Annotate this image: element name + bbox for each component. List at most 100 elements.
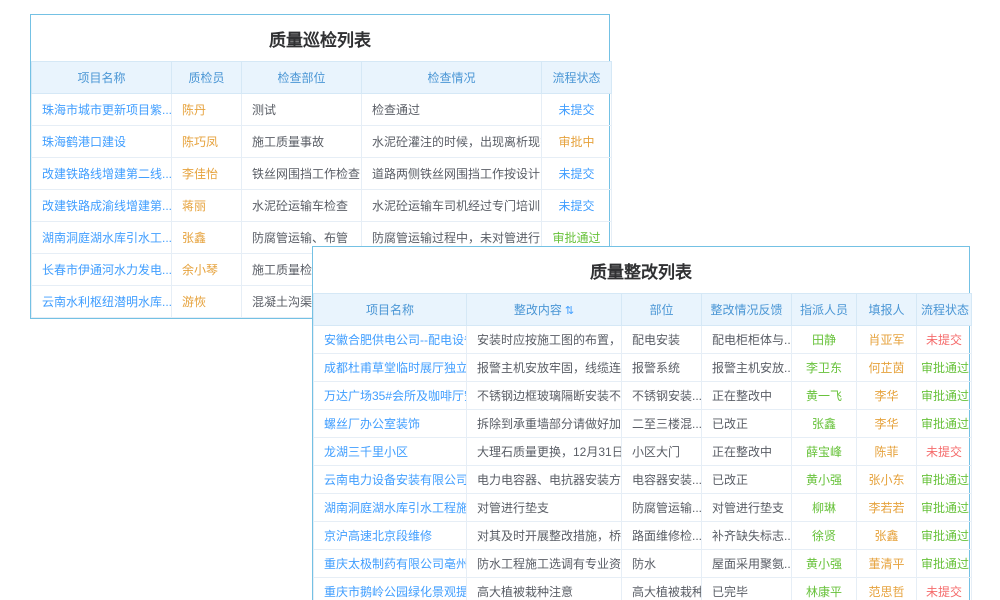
project-name-link[interactable]: 云南电力设备安装有限公司20... [314,466,467,494]
assignee-name-cell: 黄小强 [792,466,857,494]
part-cell: 二至三楼混... [622,410,702,438]
feedback-cell: 已改正 [702,410,792,438]
assignee-name-cell: 薛宝峰 [792,438,857,466]
assignee-name-cell: 田静 [792,326,857,354]
inspection-situation-cell: 水泥砼运输车司机经过专门培训... [362,190,542,222]
feedback-cell: 配电柜柜体与... [702,326,792,354]
workflow-status-badge: 未提交 [917,326,972,354]
assignee-name-cell: 徐贤 [792,522,857,550]
project-name-link[interactable]: 重庆太极制药有限公司亳州中... [314,550,467,578]
reporter-name-cell: 张小东 [857,466,917,494]
project-name-link[interactable]: 成都杜甫草堂临时展厅独立展... [314,354,467,382]
part-cell: 不锈钢安装... [622,382,702,410]
table-row: 万达广场35#会所及咖啡厅空...不锈钢边框玻璃隔断安装不牢...不锈钢安装..… [314,382,972,410]
inspection-part-cell: 测试 [242,94,362,126]
workflow-status-badge: 审批通过 [917,550,972,578]
quality-rectification-panel: 质量整改列表 项目名称 整改内容⇅ 部位 整改情况反馈 指派人员 填报人 流程状… [312,246,970,600]
feedback-cell: 补齐缺失标志... [702,522,792,550]
assignee-name-cell: 张鑫 [792,410,857,438]
column-header-assignee: 指派人员 [792,294,857,326]
rectify-content-cell: 大理石质量更换，12月31日之... [467,438,622,466]
inspector-name-cell: 陈巧凤 [172,126,242,158]
project-name-link[interactable]: 京沪高速北京段维修 [314,522,467,550]
assignee-name-cell: 林康平 [792,578,857,600]
reporter-name-cell: 李华 [857,382,917,410]
feedback-cell: 正在整改中 [702,382,792,410]
project-name-link[interactable]: 重庆市鹅岭公园绿化景观提升... [314,578,467,600]
workflow-status-badge: 未提交 [542,190,612,222]
project-name-link[interactable]: 云南水利枢纽潜明水库... [32,286,172,318]
part-cell: 防腐管运输... [622,494,702,522]
inspection-header-row: 项目名称 质检员 检查部位 检查情况 流程状态 [32,62,612,94]
rectify-content-cell: 不锈钢边框玻璃隔断安装不牢... [467,382,622,410]
inspection-part-cell: 施工质量事故 [242,126,362,158]
rectify-content-cell: 防水工程施工选调有专业资质... [467,550,622,578]
reporter-name-cell: 范思哲 [857,578,917,600]
assignee-name-cell: 黄一飞 [792,382,857,410]
inspection-situation-cell: 检查通过 [362,94,542,126]
rectify-content-cell: 安装时应按施工图的布置，将... [467,326,622,354]
workflow-status-badge: 审批通过 [917,494,972,522]
part-cell: 防水 [622,550,702,578]
inspection-panel-title: 质量巡检列表 [31,15,609,61]
project-name-link[interactable]: 湖南洞庭湖水库引水工... [32,222,172,254]
workflow-status-badge: 审批通过 [917,522,972,550]
inspector-name-cell: 蒋丽 [172,190,242,222]
rectify-content-cell: 电力电容器、电抗器安装方案,... [467,466,622,494]
project-name-link[interactable]: 珠海市城市更新项目紫... [32,94,172,126]
rectify-content-cell: 对管进行垫支 [467,494,622,522]
project-name-link[interactable]: 万达广场35#会所及咖啡厅空... [314,382,467,410]
project-name-link[interactable]: 改建铁路成渝线增建第... [32,190,172,222]
feedback-cell: 报警主机安放... [702,354,792,382]
project-name-link[interactable]: 龙湖三千里小区 [314,438,467,466]
project-name-link[interactable]: 安徽合肥供电公司--配电设备... [314,326,467,354]
feedback-cell: 正在整改中 [702,438,792,466]
table-row: 珠海鹤港口建设陈巧凤施工质量事故水泥砼灌注的时候，出现离析现象审批中 [32,126,612,158]
workflow-status-badge: 审批通过 [917,382,972,410]
rectify-content-cell: 对其及时开展整改措施，桥头... [467,522,622,550]
part-cell: 小区大门 [622,438,702,466]
column-header-project: 项目名称 [32,62,172,94]
workflow-status-badge: 未提交 [542,158,612,190]
table-row: 改建铁路线增建第二线...李佳怡铁丝网围挡工作检查道路两侧铁丝网围挡工作按设计.… [32,158,612,190]
reporter-name-cell: 张鑫 [857,522,917,550]
inspector-name-cell: 游恢 [172,286,242,318]
column-header-status: 流程状态 [917,294,972,326]
reporter-name-cell: 董清平 [857,550,917,578]
table-row: 安徽合肥供电公司--配电设备...安装时应按施工图的布置，将...配电安装配电柜… [314,326,972,354]
part-cell: 配电安装 [622,326,702,354]
column-header-status: 流程状态 [542,62,612,94]
project-name-link[interactable]: 湖南洞庭湖水库引水工程施工... [314,494,467,522]
workflow-status-badge: 审批通过 [917,354,972,382]
part-cell: 路面维修检... [622,522,702,550]
inspection-situation-cell: 道路两侧铁丝网围挡工作按设计... [362,158,542,190]
project-name-link[interactable]: 珠海鹤港口建设 [32,126,172,158]
column-header-content-label: 整改内容 [514,303,562,317]
reporter-name-cell: 何芷茵 [857,354,917,382]
workflow-status-badge: 未提交 [542,94,612,126]
inspection-part-cell: 铁丝网围挡工作检查 [242,158,362,190]
inspector-name-cell: 张鑫 [172,222,242,254]
part-cell: 高大植被栽种 [622,578,702,600]
part-cell: 电容器安装... [622,466,702,494]
project-name-link[interactable]: 螺丝厂办公室装饰 [314,410,467,438]
feedback-cell: 屋面采用聚氨... [702,550,792,578]
reporter-name-cell: 李若若 [857,494,917,522]
rectify-content-cell: 拆除到承重墙部分请做好加固... [467,410,622,438]
project-name-link[interactable]: 长春市伊通河水力发电... [32,254,172,286]
table-row: 龙湖三千里小区大理石质量更换，12月31日之...小区大门正在整改中薛宝峰陈菲未… [314,438,972,466]
reporter-name-cell: 肖亚军 [857,326,917,354]
rectify-content-cell: 高大植被栽种注意 [467,578,622,600]
table-row: 湖南洞庭湖水库引水工程施工...对管进行垫支防腐管运输...对管进行垫支柳琳李若… [314,494,972,522]
feedback-cell: 对管进行垫支 [702,494,792,522]
workflow-status-badge: 审批通过 [917,410,972,438]
table-row: 成都杜甫草堂临时展厅独立展...报警主机安放牢固，线缆连接...报警系统报警主机… [314,354,972,382]
column-header-content-sortable[interactable]: 整改内容⇅ [467,294,622,326]
table-row: 重庆市鹅岭公园绿化景观提升...高大植被栽种注意高大植被栽种已完毕林康平范思哲未… [314,578,972,600]
sort-icon[interactable]: ⇅ [565,305,574,317]
inspection-part-cell: 水泥砼运输车检查 [242,190,362,222]
rectification-panel-title: 质量整改列表 [313,247,969,293]
column-header-situation: 检查情况 [362,62,542,94]
project-name-link[interactable]: 改建铁路线增建第二线... [32,158,172,190]
column-header-feedback: 整改情况反馈 [702,294,792,326]
